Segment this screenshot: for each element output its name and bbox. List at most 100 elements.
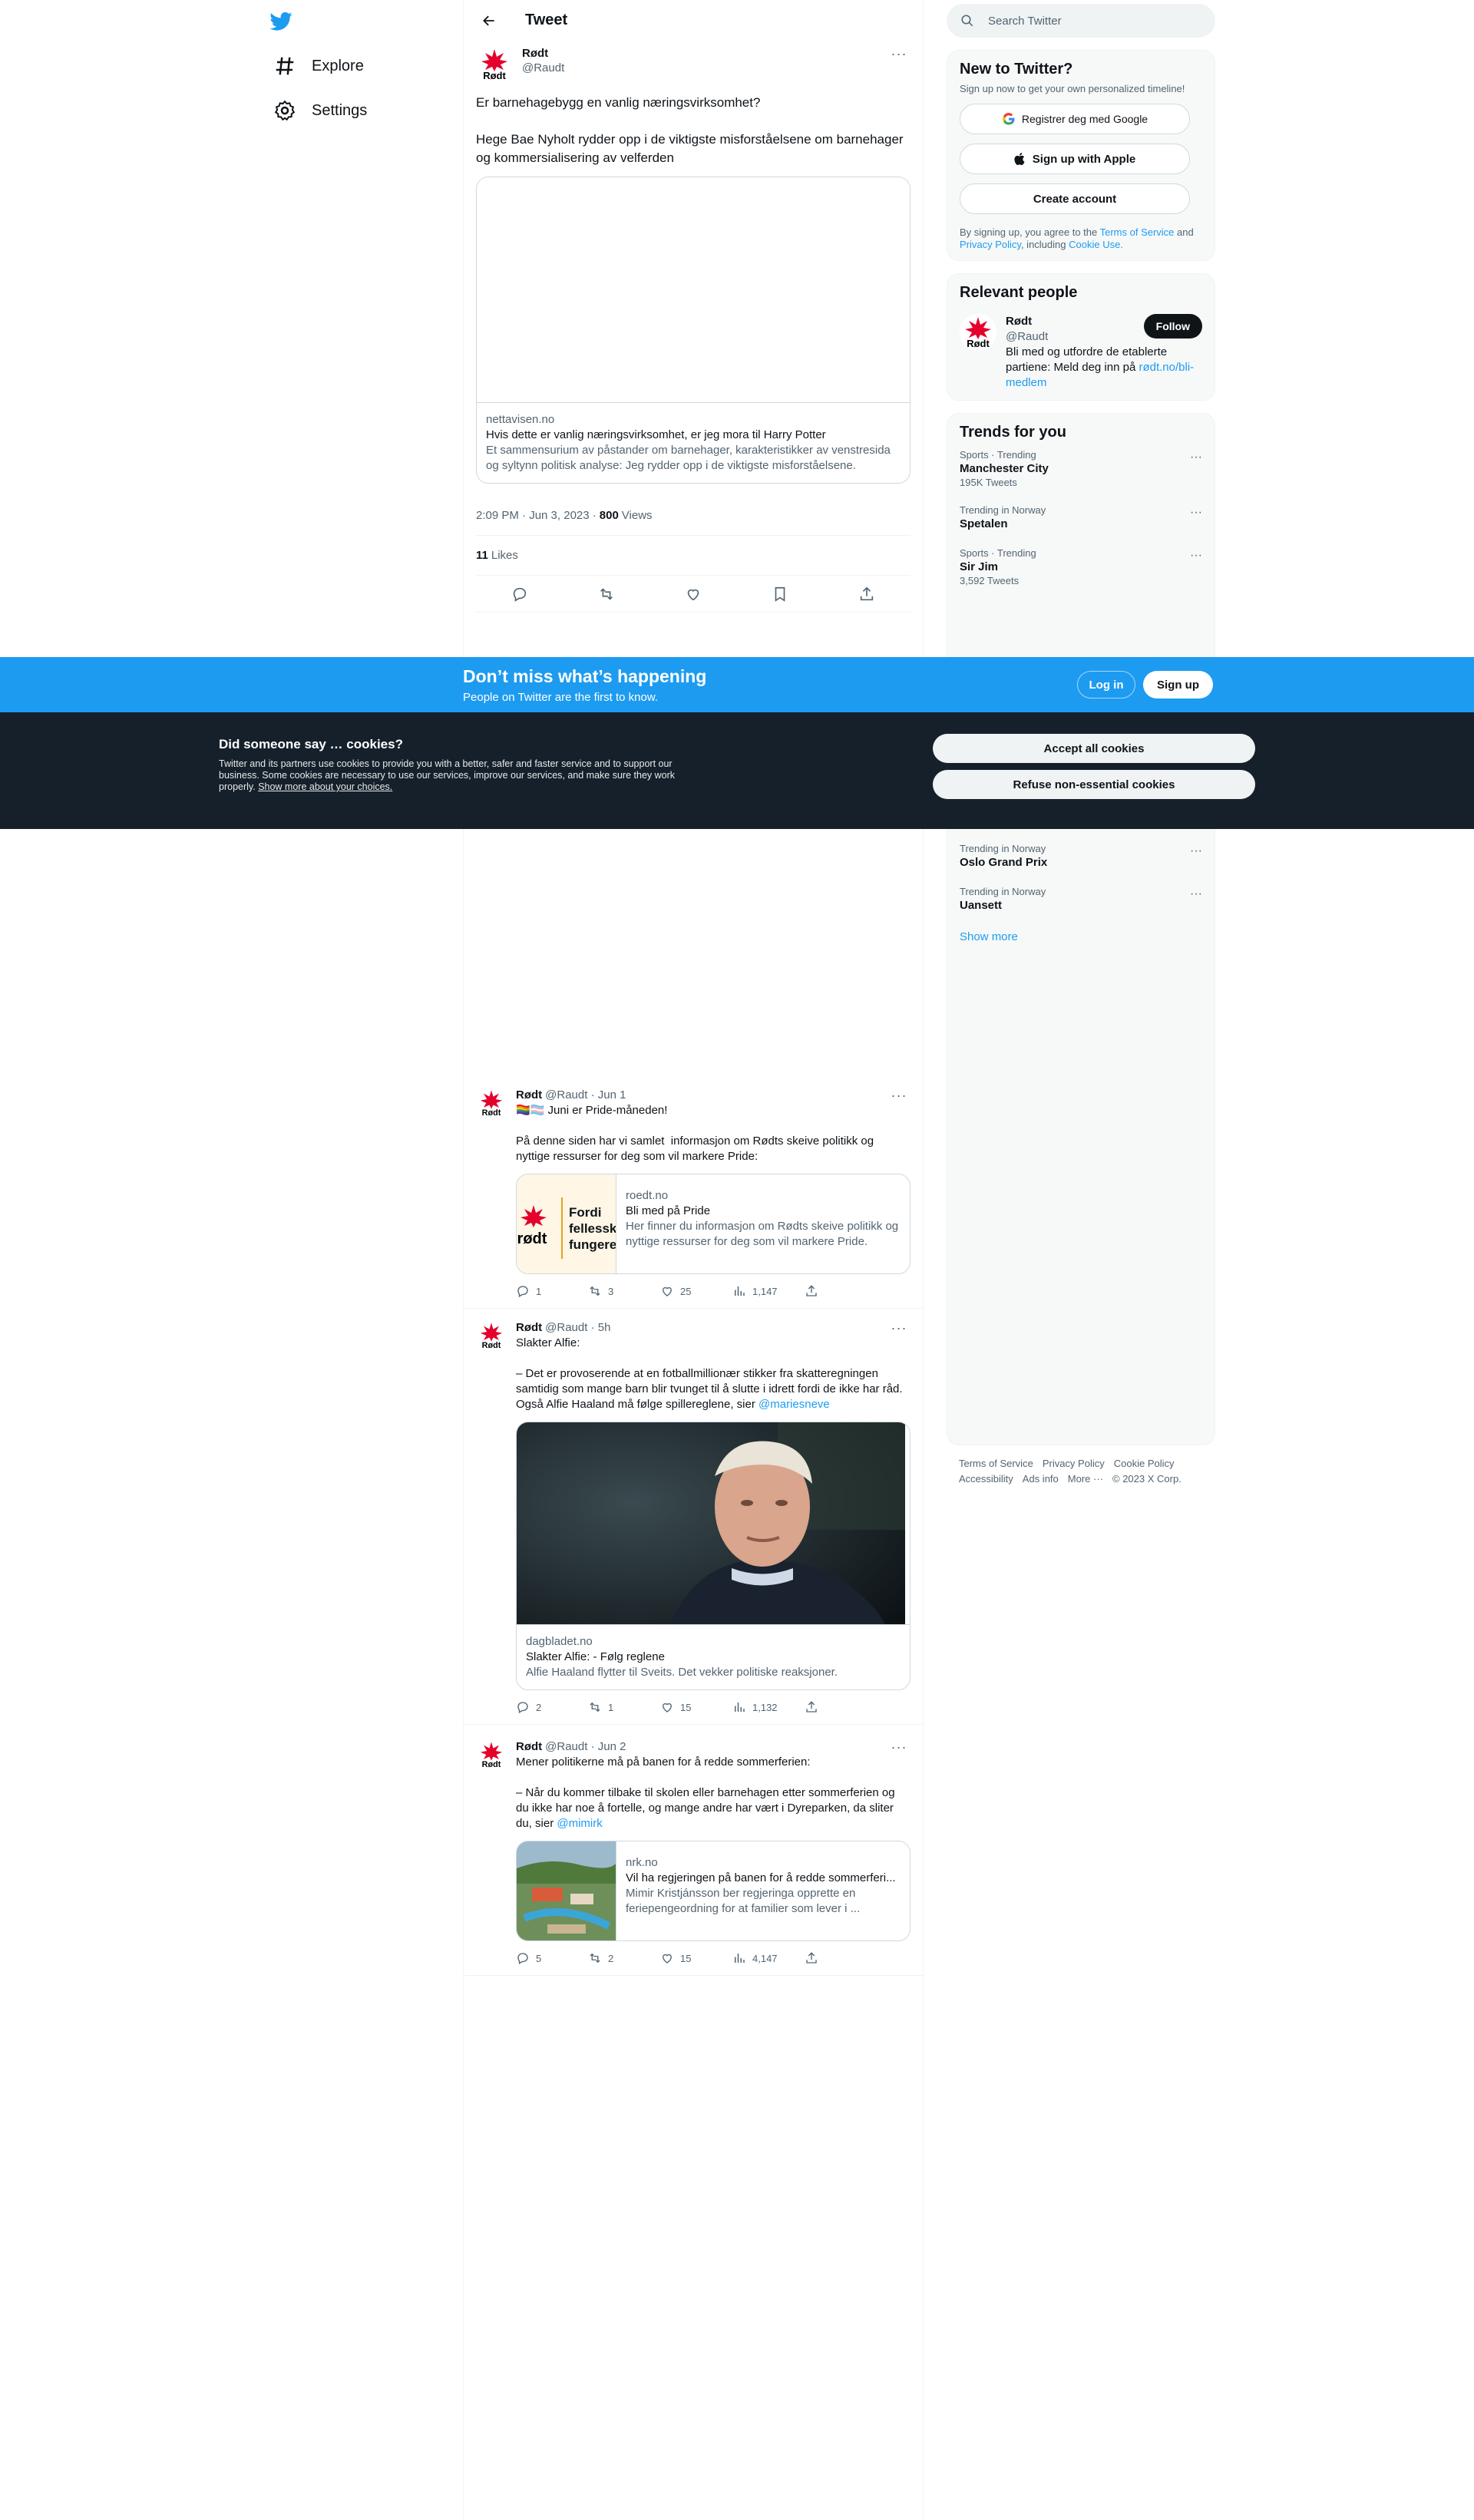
nav-settings[interactable]: Settings <box>264 91 376 130</box>
signup-button[interactable]: Sign up <box>1143 671 1213 699</box>
login-button[interactable]: Log in <box>1077 671 1135 699</box>
nav-explore[interactable]: Explore <box>264 46 373 86</box>
link-card[interactable]: dagbladet.no Slakter Alfie: - Følg regle… <box>516 1422 911 1690</box>
like-icon[interactable] <box>680 581 706 607</box>
more-options-icon[interactable]: ··· <box>887 1739 911 1755</box>
reply-button[interactable]: 2 <box>516 1700 588 1714</box>
like-button[interactable]: 25 <box>660 1284 732 1298</box>
create-account-button[interactable]: Create account <box>960 183 1190 214</box>
footer-link[interactable]: Terms of Service <box>959 1458 1033 1469</box>
author-name[interactable]: Rødt <box>522 46 887 61</box>
trend-name: Uansett <box>960 899 1003 912</box>
more-options-icon[interactable]: ··· <box>1190 506 1202 520</box>
trend-item[interactable]: Trending in Norway Uansett ··· <box>960 878 1202 921</box>
card-domain: nrk.no <box>626 1856 658 1869</box>
tweet-timestamp[interactable]: 2:09 PM · Jun 3, 2023 · <box>476 509 597 522</box>
trend-category: Sports · Trending <box>960 449 1036 461</box>
footer-link[interactable]: © 2023 X Corp. <box>1112 1473 1182 1485</box>
link-card[interactable]: nrk.no Vil ha regjeringen på banen for å… <box>516 1841 911 1941</box>
person-name[interactable]: Rødt <box>1006 314 1144 329</box>
more-options-icon[interactable]: ··· <box>887 1088 911 1103</box>
avatar[interactable] <box>476 1739 507 1770</box>
more-options-icon[interactable]: ··· <box>887 1320 911 1336</box>
show-more-link[interactable]: Show more <box>960 921 1202 946</box>
footer-link[interactable]: Ads info <box>1023 1473 1059 1485</box>
likes-row[interactable]: 11 Likes <box>476 536 911 576</box>
center-column: Tweet Rødt @Raudt ··· Er barnehagebygg e… <box>463 0 924 2520</box>
back-arrow-icon[interactable] <box>476 8 502 34</box>
author-name[interactable]: Rødt <box>516 1088 542 1103</box>
privacy-link[interactable]: Privacy Policy <box>960 239 1021 250</box>
tweet-meta[interactable]: @Raudt · Jun 2 <box>545 1739 887 1755</box>
bookmark-icon[interactable] <box>767 581 793 607</box>
person-row[interactable]: Rødt @Raudt Follow Bli med og utfordre d… <box>960 314 1202 391</box>
trend-item[interactable]: Sports · Trending Manchester City 195K Twe… <box>960 441 1202 497</box>
twitter-bird-icon[interactable] <box>269 9 296 37</box>
footer-link[interactable]: More ··· <box>1068 1473 1103 1485</box>
terms-link[interactable]: Terms of Service <box>1100 226 1175 238</box>
feed-tweet[interactable]: Rødt @Raudt · Jun 2 ··· Mener politikern… <box>464 1730 923 1976</box>
views-button[interactable]: 1,147 <box>732 1284 805 1298</box>
banner-title: Don’t miss what’s happening <box>463 666 707 686</box>
footer-link[interactable]: Privacy Policy <box>1043 1458 1105 1469</box>
more-options-icon[interactable]: ··· <box>887 46 911 61</box>
google-signup-button[interactable]: Registrer deg med Google <box>960 104 1190 134</box>
author-name[interactable]: Rødt <box>516 1320 542 1336</box>
person-bio: Bli med og utfordre de etablerte partien… <box>1006 345 1195 389</box>
accept-cookies-button[interactable]: Accept all cookies <box>933 734 1255 763</box>
feed-tweet[interactable]: Rødt @Raudt · 5h ··· Slakter Alfie: – De… <box>464 1311 923 1725</box>
trend-item[interactable]: Trending in Norway Spetalen ··· <box>960 497 1202 540</box>
link-card[interactable]: nettavisen.no Hvis dette er vanlig nærin… <box>476 177 911 484</box>
card-thumbnail <box>517 1841 616 1940</box>
avatar[interactable] <box>476 1320 507 1351</box>
share-icon[interactable] <box>805 1700 877 1714</box>
footer-link[interactable]: Accessibility <box>959 1473 1013 1485</box>
more-options-icon[interactable]: ··· <box>1190 549 1202 563</box>
feed-tweet[interactable]: Rødt @Raudt · Jun 1 ··· 🏳️‍🌈🏳️‍⚧️ Juni e… <box>464 1078 923 1309</box>
more-options-icon[interactable]: ··· <box>1190 887 1202 901</box>
tweet-actions <box>476 576 911 613</box>
cookie-use-link[interactable]: Cookie Use. <box>1069 239 1123 250</box>
views-button[interactable]: 4,147 <box>732 1951 805 1965</box>
author-name[interactable]: Rødt <box>516 1739 542 1755</box>
like-button[interactable]: 15 <box>660 1951 732 1965</box>
avatar[interactable] <box>476 46 513 83</box>
search-input[interactable]: Search Twitter <box>947 4 1215 38</box>
trend-item[interactable]: Sports · Trending Sir Jim 3,592 Tweets ··· <box>960 540 1202 595</box>
more-options-icon[interactable]: ··· <box>1190 844 1202 858</box>
trend-item[interactable]: Trending in Norway Oslo Grand Prix ··· <box>960 835 1202 878</box>
retweet-icon[interactable] <box>593 581 620 607</box>
card-domain: nettavisen.no <box>486 413 555 426</box>
retweet-button[interactable]: 2 <box>588 1951 660 1965</box>
view-count: 800 <box>599 509 619 522</box>
trend-category: Sports · Trending <box>960 547 1036 559</box>
cookie-choices-link[interactable]: Show more about your choices. <box>258 781 392 792</box>
gear-icon <box>273 99 296 122</box>
tweet-meta[interactable]: @Raudt · Jun 1 <box>545 1088 887 1103</box>
author-handle[interactable]: @Raudt <box>522 61 887 75</box>
avatar[interactable] <box>960 314 996 351</box>
main-tweet: Rødt @Raudt ··· Er barnehagebygg en vanl… <box>464 46 923 613</box>
views-button[interactable]: 1,132 <box>732 1700 805 1714</box>
avatar[interactable] <box>476 1088 507 1118</box>
reply-button[interactable]: 1 <box>516 1284 588 1298</box>
apple-signup-button[interactable]: Sign up with Apple <box>960 144 1190 174</box>
mention-link[interactable]: @mariesneve <box>758 1398 830 1411</box>
footer-link[interactable]: Cookie Policy <box>1114 1458 1175 1469</box>
reply-icon[interactable] <box>507 581 533 607</box>
share-icon[interactable] <box>805 1951 877 1965</box>
retweet-button[interactable]: 3 <box>588 1284 660 1298</box>
card-image <box>477 177 910 403</box>
link-card[interactable]: rødt Fordi fellessk fungere roedt.no Bli… <box>516 1174 911 1274</box>
share-icon[interactable] <box>805 1284 877 1298</box>
more-options-icon[interactable]: ··· <box>1190 451 1202 464</box>
retweet-button[interactable]: 1 <box>588 1700 660 1714</box>
follow-button[interactable]: Follow <box>1143 314 1202 339</box>
like-button[interactable]: 15 <box>660 1700 732 1714</box>
mention-link[interactable]: @mimirk <box>557 1817 602 1830</box>
tweet-meta[interactable]: @Raudt · 5h <box>545 1320 887 1336</box>
reply-button[interactable]: 5 <box>516 1951 588 1965</box>
refuse-cookies-button[interactable]: Refuse non-essential cookies <box>933 770 1255 799</box>
share-icon[interactable] <box>854 581 880 607</box>
person-handle[interactable]: @Raudt <box>1006 329 1144 345</box>
